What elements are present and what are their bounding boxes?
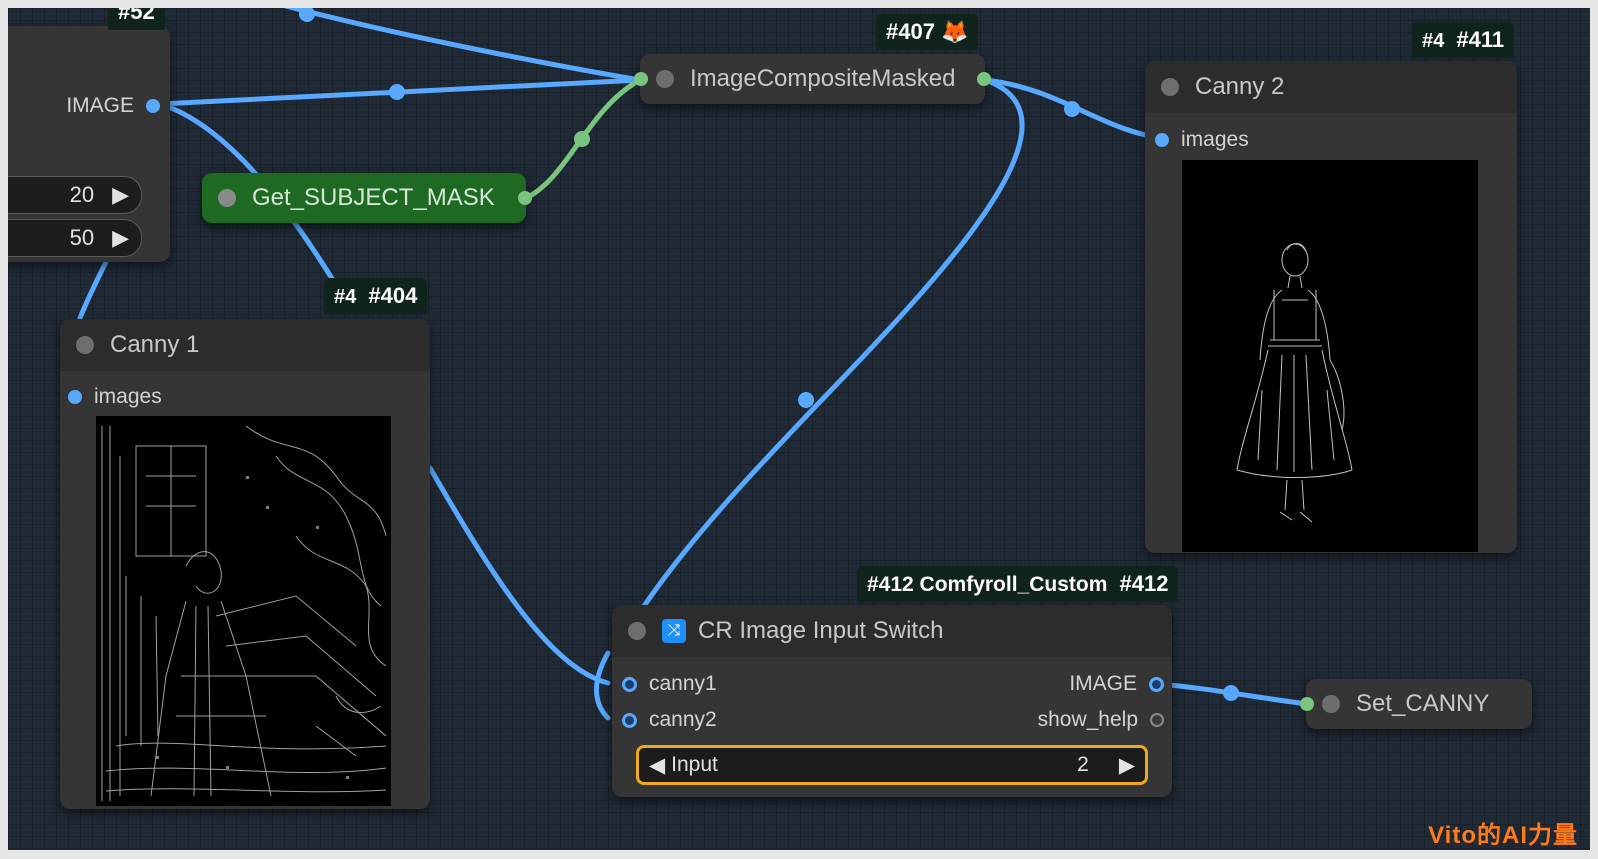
switch-header[interactable]: ⤨ CR Image Input Switch (612, 605, 1172, 657)
wire-canny1-to-switch (427, 465, 611, 686)
wire-composite-to-switch (633, 77, 1025, 621)
controller-node[interactable]: IMAGE 20 ▶ 50 ▶ (8, 26, 170, 262)
wire-canny1-to-switch-2 (593, 650, 611, 721)
controller-output-image[interactable]: IMAGE (66, 94, 160, 118)
controller-value-2[interactable]: 50 ▶ (8, 219, 142, 257)
switch-output-image[interactable]: IMAGE (1069, 672, 1164, 696)
wire-reroute-dot (299, 8, 315, 22)
input-dot[interactable] (1300, 697, 1314, 711)
output-dot[interactable] (146, 99, 160, 113)
node-status-dot (218, 189, 236, 207)
switch-input-canny1[interactable]: canny1 (622, 672, 717, 696)
image-composite-masked-node[interactable]: ImageCompositeMasked (634, 54, 991, 104)
wire-reroute-dot (574, 131, 590, 147)
fox-icon: 🦊 (941, 19, 969, 44)
input-dot[interactable] (622, 712, 637, 728)
node-badge-controller: #52 (108, 8, 165, 30)
canny-1-node[interactable]: Canny 1 images (60, 319, 430, 809)
canny-2-input-images[interactable]: images (1155, 128, 1249, 152)
figure-edge-illustration (1236, 243, 1353, 523)
canny-1-header[interactable]: Canny 1 (60, 319, 430, 371)
watermark-text: Vito的AI力量 (1428, 822, 1578, 849)
output-dot[interactable] (518, 191, 532, 205)
increment-arrow-icon[interactable]: ▶ (112, 182, 129, 208)
switch-input-canny2[interactable]: canny2 (622, 708, 717, 732)
controller-value-1[interactable]: 20 ▶ (8, 176, 142, 214)
edge-map-illustration (101, 425, 387, 801)
output-dot[interactable] (1149, 676, 1164, 692)
wire-controller-down (77, 255, 111, 321)
wire-reroute-dot (389, 84, 405, 100)
node-status-dot (1161, 78, 1179, 96)
decrement-arrow-icon[interactable]: ◀ (649, 753, 665, 778)
node-badge-canny2: #4 #411 (1412, 22, 1515, 58)
switch-output-show-help[interactable]: show_help (1038, 708, 1164, 732)
input-dot[interactable] (634, 72, 648, 86)
input-dot[interactable] (1155, 133, 1169, 147)
output-dot[interactable] (977, 72, 991, 86)
increment-arrow-icon[interactable]: ▶ (112, 225, 129, 251)
node-badge-composite: #407 🦊 (876, 14, 979, 50)
canny-2-header[interactable]: Canny 2 (1145, 61, 1517, 113)
shuffle-icon: ⤨ (662, 619, 686, 643)
input-dot[interactable] (68, 390, 82, 404)
canny-1-preview-image (96, 416, 391, 806)
wire-reroute-dot (1223, 685, 1239, 701)
increment-arrow-icon[interactable]: ▶ (1119, 753, 1135, 778)
node-status-dot (1322, 695, 1340, 713)
node-status-dot (656, 70, 674, 88)
wire-reroute-dot (1064, 101, 1080, 117)
node-badge-switch: #412 Comfyroll_Custom #412 (857, 566, 1179, 602)
canny-1-input-images[interactable]: images (68, 385, 162, 409)
node-status-dot (76, 336, 94, 354)
get-subject-mask-node[interactable]: Get_SUBJECT_MASK (202, 173, 532, 223)
node-badge-canny1: #4 #404 (324, 278, 428, 314)
canny-2-node[interactable]: Canny 2 images (1145, 61, 1517, 553)
wire-reroute-dot (798, 392, 814, 408)
wire-top-to-composite (283, 8, 643, 83)
output-dot[interactable] (1150, 713, 1164, 727)
node-status-dot (628, 622, 646, 640)
set-canny-node[interactable]: Set_CANNY (1300, 679, 1532, 729)
input-select-widget[interactable]: ◀ Input 2 ▶ (636, 745, 1148, 785)
node-graph-canvas[interactable]: #52 IMAGE 20 ▶ 50 ▶ Get_SUBJECT_MASK #40… (8, 8, 1590, 850)
canny-2-preview-image (1182, 160, 1478, 552)
input-dot[interactable] (622, 676, 637, 692)
cr-image-input-switch-node[interactable]: ⤨ CR Image Input Switch canny1 canny2 IM… (612, 605, 1172, 797)
